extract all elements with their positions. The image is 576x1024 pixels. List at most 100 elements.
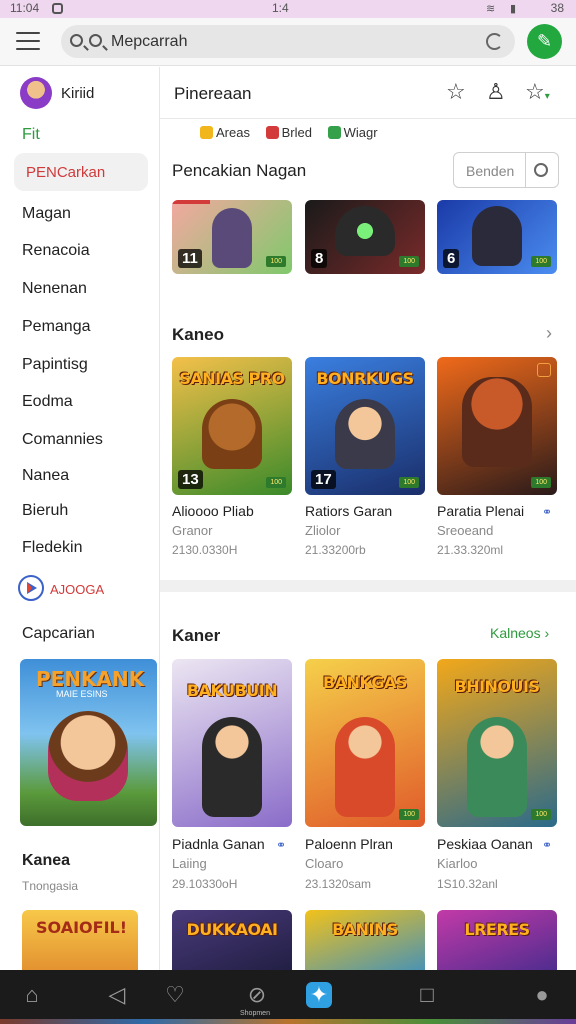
banner-subtitle: MAIE ESINS bbox=[56, 689, 108, 699]
edit-button[interactable]: ✎ bbox=[527, 24, 562, 59]
sidebar-item[interactable]: Papintisg bbox=[22, 356, 88, 374]
wifi-icon: ≋ bbox=[486, 3, 496, 15]
star-icon[interactable]: ☆ bbox=[446, 81, 466, 103]
game-title[interactable]: Alioooo Pliab bbox=[172, 503, 254, 519]
sidebar-item-fit[interactable]: Fit bbox=[22, 126, 40, 144]
sidebar-item[interactable]: Magan bbox=[22, 205, 71, 223]
link-icon[interactable]: ⚭ bbox=[542, 505, 552, 519]
sort-placeholder: Benden bbox=[466, 163, 515, 179]
sidebar-item[interactable]: Pemanga bbox=[22, 318, 91, 336]
game-logo: BAKUBUIN bbox=[186, 681, 278, 700]
sidebar-item[interactable]: Nanea bbox=[22, 467, 69, 485]
sort-icon bbox=[534, 163, 548, 177]
square-icon[interactable]: □ bbox=[412, 980, 442, 1010]
sidebar-item[interactable]: Nenenan bbox=[22, 280, 87, 298]
filter-chip[interactable]: Wiagr bbox=[327, 125, 378, 140]
compass-icon[interactable]: ⊘ bbox=[242, 980, 272, 1010]
main-header: Pinereaan ☆ ♙ ☆▾ bbox=[160, 67, 576, 119]
price-tag: 100 bbox=[531, 477, 551, 488]
flag-icon bbox=[265, 126, 279, 139]
game-card[interactable]: DUKKAOAI bbox=[172, 910, 292, 970]
filter-chip[interactable]: Brled bbox=[265, 125, 312, 140]
link-icon[interactable]: ⚭ bbox=[542, 838, 552, 852]
game-card[interactable]: 8 100 bbox=[305, 200, 425, 274]
price-tag: 100 bbox=[399, 809, 419, 820]
filter-chips: Areas Brled Wiagr bbox=[200, 125, 390, 140]
game-publisher: Granor bbox=[172, 523, 213, 538]
game-title[interactable]: Paratia Plenai bbox=[437, 503, 524, 519]
sidebar-item-active-label: PENCarkan bbox=[26, 164, 106, 181]
section-title: Kaneo bbox=[172, 325, 224, 344]
home-icon[interactable]: ⌂ bbox=[17, 980, 47, 1010]
star-dropdown-icon[interactable]: ☆▾ bbox=[525, 81, 550, 108]
game-meta: 2130.0330H bbox=[172, 543, 238, 557]
game-card[interactable]: BONRKUGS 17 100 bbox=[305, 357, 425, 495]
sidebar-item[interactable]: Fledekin bbox=[22, 539, 82, 557]
chat-icon[interactable]: ♡ bbox=[160, 980, 190, 1010]
section-title: Kaner bbox=[172, 626, 221, 645]
game-title[interactable]: Peskiaa Oanan bbox=[437, 836, 533, 852]
sidebar-item[interactable]: Bieruh bbox=[22, 502, 68, 520]
price-tag: 100 bbox=[266, 256, 286, 267]
game-publisher: Zliolor bbox=[305, 523, 341, 538]
game-title[interactable]: Paloenn Plran bbox=[305, 836, 393, 852]
filter-label: Brled bbox=[281, 125, 312, 140]
sidebar-item-active[interactable]: PENCarkan bbox=[14, 153, 148, 191]
banner-character bbox=[48, 711, 128, 801]
avatar[interactable] bbox=[20, 77, 52, 109]
compass-label: Shopmen bbox=[240, 1010, 270, 1017]
game-title[interactable]: Piadnla Ganan bbox=[172, 836, 265, 852]
price-tag: 100 bbox=[399, 256, 419, 267]
game-title[interactable]: Ratiors Garan bbox=[305, 503, 392, 519]
sidebar-thumbnail[interactable]: SOAIOFIL! bbox=[22, 910, 138, 970]
game-card[interactable]: SANIAS PRO 13 100 bbox=[172, 357, 292, 495]
sort-select[interactable]: Benden bbox=[453, 152, 559, 188]
menu-icon[interactable] bbox=[16, 32, 40, 50]
price-tag: 100 bbox=[399, 477, 419, 488]
link-icon[interactable]: ⚭ bbox=[276, 838, 286, 852]
bottom-navigation: ⌂ ◁ ♡ ⊘ Shopmen ✦ □ ● bbox=[0, 970, 576, 1024]
rank-badge: 6 bbox=[443, 249, 460, 268]
sidebar-item-capcarian[interactable]: Capcarian bbox=[22, 625, 95, 643]
filter-chip[interactable]: Areas bbox=[200, 125, 250, 140]
game-card[interactable]: BHINOUIS 100 bbox=[437, 659, 557, 827]
sidebar-item[interactable]: Comannies bbox=[22, 431, 103, 449]
game-meta: 1S10.32anl bbox=[437, 877, 498, 891]
game-card[interactable]: BANINS bbox=[305, 910, 425, 970]
back-icon[interactable]: ◁ bbox=[102, 980, 132, 1010]
chevron-right-icon[interactable]: › bbox=[546, 323, 552, 344]
game-card[interactable]: 100 bbox=[437, 357, 557, 495]
profile-icon[interactable]: ● bbox=[527, 980, 557, 1010]
price-tag: 100 bbox=[531, 256, 551, 267]
page-title: Pinereaan bbox=[174, 84, 252, 103]
filter-label: Wiagr bbox=[343, 125, 378, 140]
game-card[interactable]: 6 100 bbox=[437, 200, 557, 274]
sidebar-thumbnail-title: SOAIOFIL! bbox=[36, 918, 128, 937]
game-card[interactable]: 11 100 bbox=[172, 200, 292, 274]
sidebar: Kiriid Fit PENCarkan Magan Renacoia Nene… bbox=[0, 67, 160, 970]
price-tag: 100 bbox=[531, 809, 551, 820]
coin-icon bbox=[200, 126, 213, 139]
rank-badge: 8 bbox=[311, 249, 328, 268]
game-card[interactable]: BAKUBUIN bbox=[172, 659, 292, 827]
game-card[interactable]: LRERES bbox=[437, 910, 557, 970]
game-publisher: Kiarloo bbox=[437, 856, 478, 871]
sidebar-item[interactable]: Renacoia bbox=[22, 242, 90, 260]
profile-outline-icon[interactable]: ♙ bbox=[486, 81, 506, 103]
see-all-link[interactable]: Kalneos › bbox=[490, 625, 549, 641]
game-card[interactable]: BANKGAS 100 bbox=[305, 659, 425, 827]
see-all-label: Kalneos bbox=[490, 625, 541, 641]
game-publisher: Cloaro bbox=[305, 856, 344, 871]
search-bar[interactable] bbox=[61, 25, 515, 58]
sidebar-item[interactable]: Eodma bbox=[22, 393, 73, 411]
search-icon bbox=[70, 34, 83, 47]
search-input[interactable] bbox=[111, 30, 471, 53]
refresh-icon[interactable] bbox=[486, 33, 503, 50]
status-bar: 11:04 1:4 ≋ ▮ 38 bbox=[0, 0, 576, 18]
play-store-label[interactable]: AJOOGA bbox=[50, 582, 104, 597]
rank-badge: 11 bbox=[178, 249, 202, 268]
featured-banner[interactable]: PENKANK MAIE ESINS bbox=[20, 659, 157, 826]
tool-icon[interactable]: ✦ bbox=[306, 982, 332, 1008]
badge-icon bbox=[537, 363, 551, 377]
play-store-icon[interactable] bbox=[18, 575, 44, 601]
